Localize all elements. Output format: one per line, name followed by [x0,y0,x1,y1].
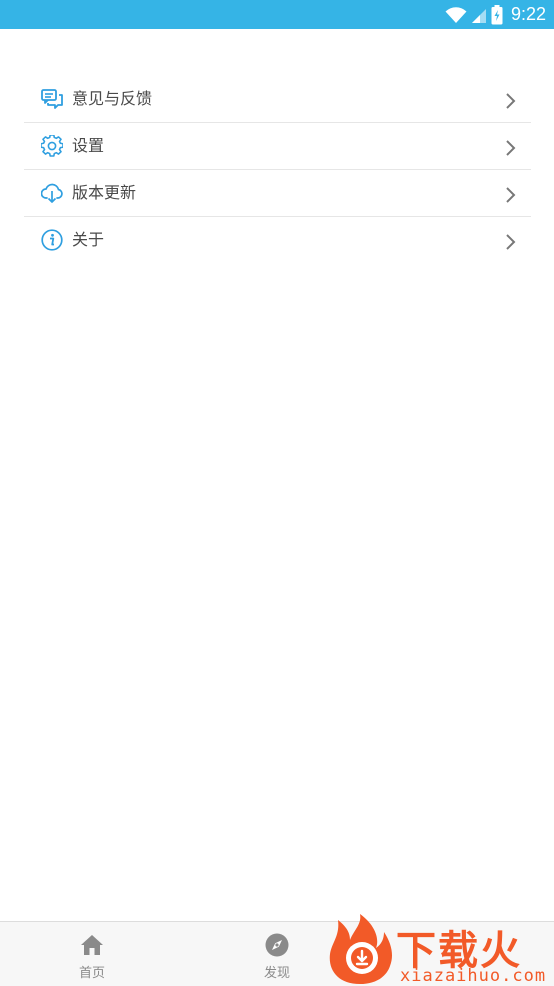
menu-item-label: 设置 [72,136,105,155]
nav-label: 首页 [78,966,105,981]
status-bar: 9:22 [0,0,554,29]
status-time: 9:22 [510,4,546,24]
settings-menu: 意见与反馈 设置 版本更新 关于 [24,76,531,264]
menu-item-label: 关于 [72,230,105,249]
nav-item-home[interactable]: 首页 [32,922,152,986]
gear-icon [41,135,63,157]
menu-item-about[interactable]: 关于 [24,217,531,264]
menu-item-label: 版本更新 [72,183,137,202]
chevron-right-icon [506,234,516,250]
chevron-right-icon [506,187,516,203]
feedback-icon [41,89,63,109]
chevron-right-icon [506,93,516,109]
flame-logo-icon [329,914,392,984]
watermark-subtitle: xiazaihuo.com [400,966,547,986]
signal-icon [471,8,486,23]
chevron-right-icon [506,140,516,156]
wifi-icon [445,6,467,23]
info-icon [41,229,63,251]
nav-item-discover[interactable]: 发现 [217,922,337,986]
menu-item-version-update[interactable]: 版本更新 [24,170,531,217]
watermark-logo: 下载火 xiazaihuo.com [326,912,554,986]
menu-item-label: 意见与反馈 [72,89,153,108]
cloud-download-icon [41,183,63,203]
home-icon [81,935,103,955]
compass-icon [265,933,289,957]
battery-charging-icon [491,4,503,24]
menu-item-feedback[interactable]: 意见与反馈 [24,76,531,123]
menu-item-settings[interactable]: 设置 [24,123,531,170]
nav-label: 发现 [263,966,290,981]
status-icons [445,4,503,25]
